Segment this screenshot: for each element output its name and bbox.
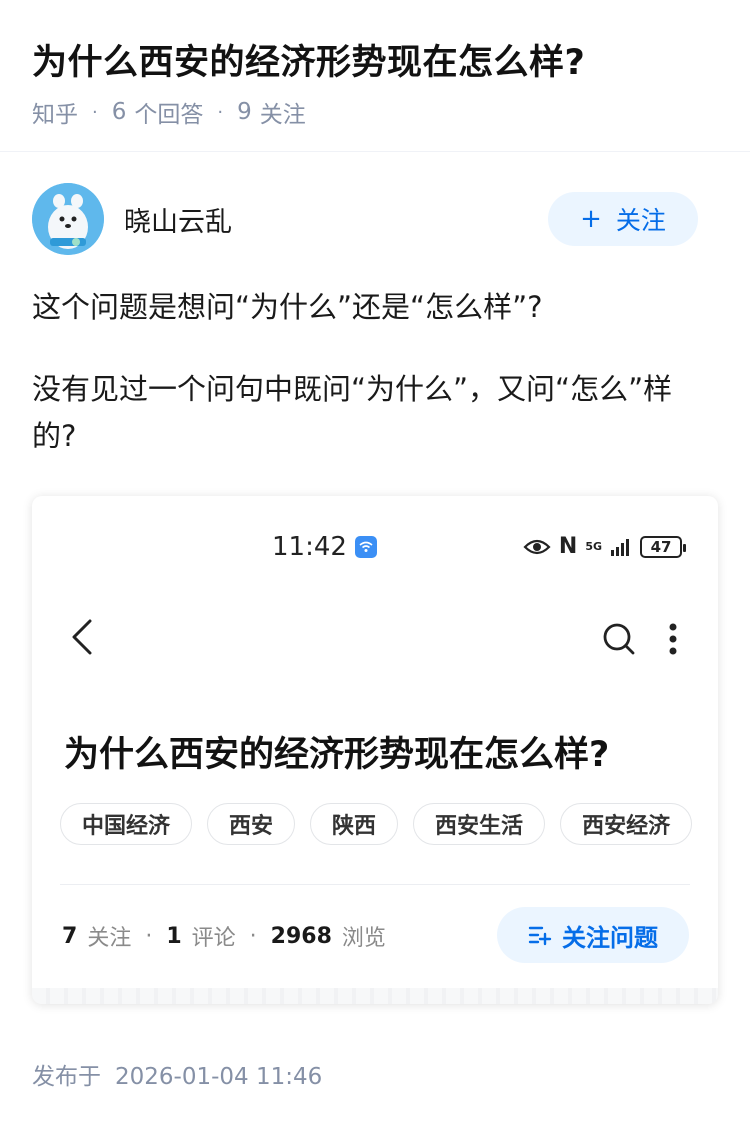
publish-label: 发布于 (32, 1064, 101, 1090)
more-vertical-icon[interactable] (668, 622, 678, 656)
header-divider (0, 151, 750, 152)
search-icon[interactable] (602, 622, 636, 656)
publish-time: 2026-01-04 11:46 (115, 1064, 323, 1090)
source-label[interactable]: 知乎 (32, 95, 78, 129)
topic-tag[interactable]: 西安 (207, 803, 296, 845)
follow-count: 9 (237, 99, 252, 125)
embedded-screenshot-card[interactable]: 11:42 N 5G 47 为什么西安的经济形势现在怎么样? 中国经济 西安 陕… (32, 496, 718, 1004)
status-bar-icons: N 5G 47 (523, 534, 686, 559)
avatar[interactable] (32, 183, 104, 255)
plus-icon: + (580, 204, 602, 234)
topic-tag[interactable]: 中国经济 (60, 803, 193, 845)
follow-count-label: 关注 (259, 102, 306, 128)
status-time-text: 11:42 (272, 532, 347, 562)
answer-count-label: 个回答 (134, 102, 204, 128)
stat-view-label: 浏览 (341, 926, 386, 951)
stat-separator: · (249, 923, 257, 949)
meta-separator: · (92, 101, 98, 123)
topic-tag[interactable]: 西安经济 (560, 803, 693, 845)
nfc-icon: N (558, 534, 578, 559)
publish-info: 发布于 2026-01-04 11:46 (32, 1057, 322, 1091)
network-type: 5G (585, 540, 602, 553)
author-name[interactable]: 晓山云乱 (124, 200, 232, 239)
question-meta: 知乎 · 6 个回答 · 9 关注 (32, 95, 306, 129)
card-divider (60, 884, 690, 885)
question-stats: 7 关注 · 1 评论 · 2968 浏览 (62, 920, 386, 952)
follow-question-button[interactable]: 关注问题 (497, 907, 689, 963)
follow-button-label: 关注 (615, 206, 666, 235)
stat-follow-label: 关注 (87, 926, 132, 951)
meta-separator: · (217, 101, 224, 123)
topic-tag[interactable]: 西安生活 (413, 803, 546, 845)
topic-tags: 中国经济 西安 陕西 西安生活 西安经济 (60, 803, 693, 845)
back-arrow-icon[interactable] (70, 618, 94, 656)
signal-icon (611, 538, 629, 556)
stat-comment-label: 评论 (191, 926, 236, 951)
topic-tag[interactable]: 陕西 (310, 803, 399, 845)
eye-icon (523, 539, 551, 554)
answer-count: 6 (111, 99, 127, 125)
battery-level: 47 (650, 537, 672, 556)
battery-icon: 47 (640, 535, 686, 558)
card-bottom-edge (32, 988, 718, 1004)
stat-separator: · (145, 923, 153, 949)
stat-comment-value: 1 (166, 923, 182, 949)
follow-question-label: 关注问题 (562, 923, 658, 952)
answer-paragraph-2: 没有见过一个问句中既问“为什么”，又问“怎么”样的? (32, 372, 673, 453)
stat-follow-value: 7 (62, 923, 78, 949)
add-list-icon (528, 926, 552, 946)
follow-author-button[interactable]: + 关注 (548, 192, 698, 246)
author-row: 晓山云乱 + 关注 (32, 182, 698, 258)
wifi-icon (354, 536, 377, 558)
question-title[interactable]: 为什么西安的经济形势现在怎么样? (32, 34, 585, 85)
card-question-title: 为什么西安的经济形势现在怎么样? (64, 735, 610, 775)
answer-paragraph-1: 这个问题是想问“为什么”还是“怎么样”? (32, 290, 543, 324)
status-bar-time: 11:42 (272, 532, 377, 562)
stat-view-value: 2968 (270, 923, 332, 949)
